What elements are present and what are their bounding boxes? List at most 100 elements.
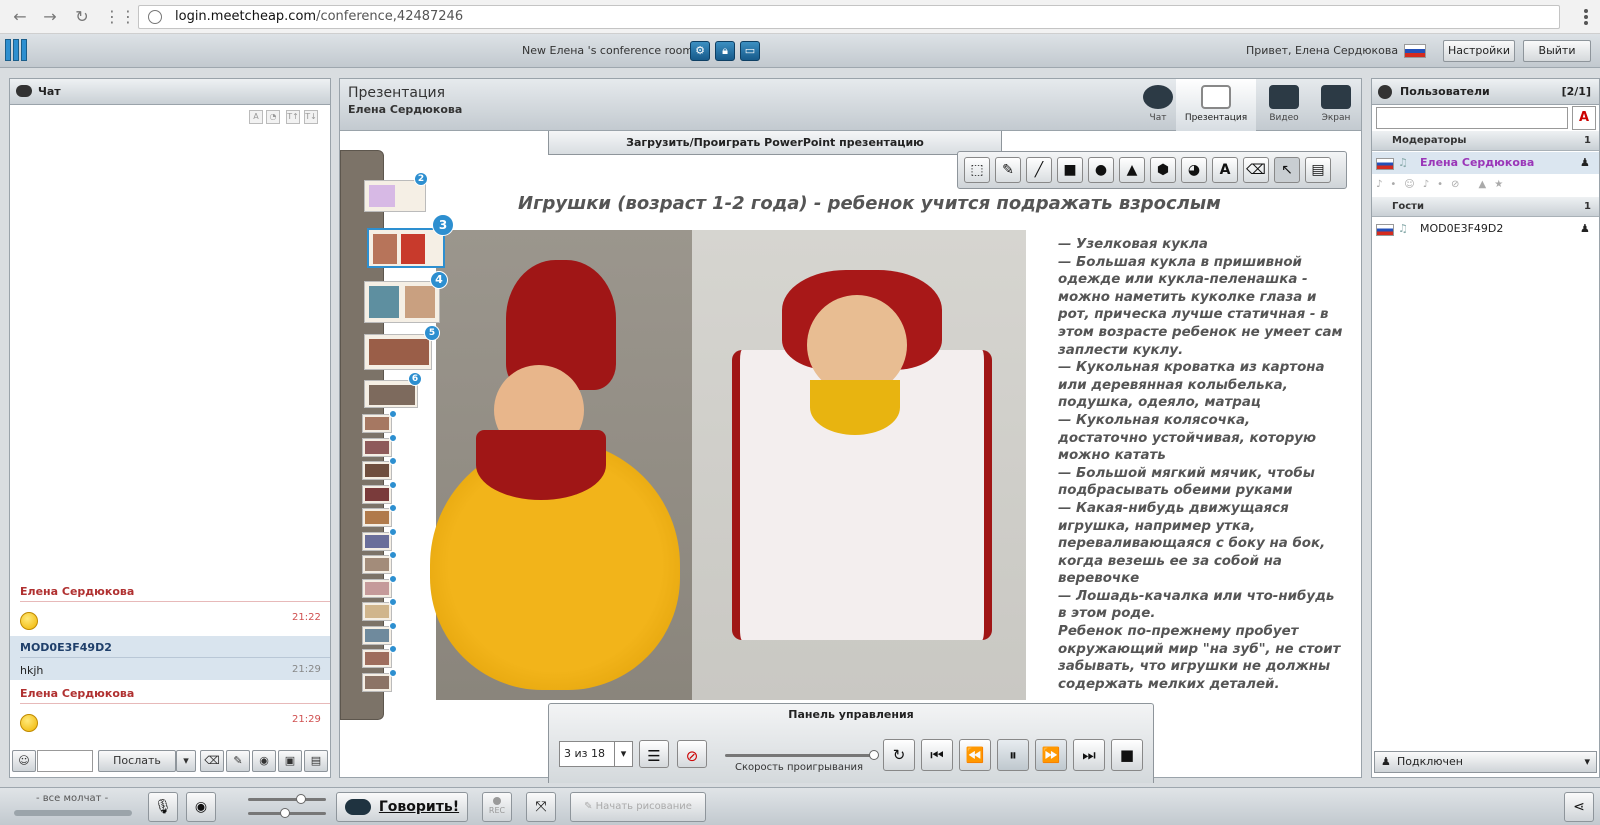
apps-icon[interactable]: ⋮⋮ xyxy=(104,7,136,27)
slide-thumbnail[interactable] xyxy=(362,531,392,551)
eraser-icon[interactable]: ⌫ xyxy=(1243,157,1269,183)
slide-thumbnail[interactable] xyxy=(362,437,392,457)
font-larger-icon[interactable]: T↑ xyxy=(286,110,300,124)
chat-input[interactable] xyxy=(37,750,93,772)
circle-icon[interactable]: ● xyxy=(1088,157,1114,183)
eye-icon[interactable]: ◉ xyxy=(252,750,276,772)
slide-thumbnail-selected[interactable] xyxy=(367,228,445,268)
slide-thumbnail[interactable] xyxy=(362,555,392,574)
pie-icon[interactable]: ◕ xyxy=(1181,157,1207,183)
save-icon[interactable]: ▤ xyxy=(304,750,328,772)
speaker-volume-handle[interactable] xyxy=(280,808,290,818)
mode-video-button[interactable]: Видео xyxy=(1258,79,1310,131)
send-button[interactable]: Послать xyxy=(98,750,176,772)
speed-slider-handle[interactable] xyxy=(869,750,879,760)
triangle-icon[interactable]: ▲ xyxy=(1119,157,1145,183)
pencil-icon[interactable]: ✎ xyxy=(995,157,1021,183)
reload-icon[interactable]: ↻ xyxy=(72,7,92,27)
settings-button[interactable]: Настройки xyxy=(1443,40,1515,62)
stop-broadcast-icon[interactable]: ⊘ xyxy=(677,740,707,768)
globe-icon xyxy=(148,10,162,24)
text-tool-icon[interactable]: A xyxy=(1212,157,1238,183)
rewind-icon[interactable]: ⏪ xyxy=(959,739,991,771)
users-search-input[interactable] xyxy=(1376,107,1568,129)
speaker-icon[interactable]: ◉ xyxy=(186,792,216,822)
fullscreen-icon[interactable]: ⤧ xyxy=(526,792,556,822)
first-slide-icon[interactable]: ⏮ xyxy=(921,739,953,771)
slide-thumbnail[interactable] xyxy=(364,334,432,370)
line-icon[interactable]: ╱ xyxy=(1026,157,1052,183)
pause-icon[interactable]: ⏸ xyxy=(997,739,1029,771)
russian-flag-icon[interactable] xyxy=(1404,44,1426,58)
gear-icon[interactable]: ⚙ xyxy=(690,41,710,61)
page-select[interactable]: 3 из 18 ▾ xyxy=(559,741,633,767)
divider xyxy=(20,657,330,658)
slide-thumbnail[interactable] xyxy=(362,484,392,504)
slide-badge-dot xyxy=(389,457,397,465)
rectangle-icon[interactable]: ■ xyxy=(1057,157,1083,183)
forward-icon[interactable]: → xyxy=(40,7,60,27)
users-panel: Пользователи [2/1] A Модераторы 1 Елена С… xyxy=(1371,78,1600,778)
speed-slider-track[interactable] xyxy=(725,754,875,757)
stop-icon[interactable]: ■ xyxy=(1111,739,1143,771)
send-dropdown-icon[interactable]: ▾ xyxy=(176,750,196,772)
moderators-group[interactable]: Модераторы 1 xyxy=(1372,131,1599,151)
speak-button[interactable]: Говорить! xyxy=(336,792,468,822)
person-icon: ♟ xyxy=(1580,222,1590,235)
slide-badge-dot xyxy=(389,433,397,442)
mic-volume-slider[interactable] xyxy=(248,798,326,801)
font-color-icon[interactable]: A xyxy=(249,110,263,124)
menu-icon[interactable] xyxy=(1584,9,1588,25)
mode-screen-button[interactable]: Экран xyxy=(1310,79,1362,131)
slide-thumbnail[interactable] xyxy=(362,602,392,621)
mode-presentation-button[interactable]: Презентация xyxy=(1176,79,1256,131)
user-actions-row[interactable]: ♪•☺♪•⊘ ▲★ xyxy=(1376,179,1596,195)
smile-icon xyxy=(20,714,38,732)
divider xyxy=(20,703,330,704)
hexagon-icon[interactable]: ⬢ xyxy=(1150,157,1176,183)
presentation-header: Презентация Елена Сердюкова Чат Презента… xyxy=(340,79,1361,131)
emoticon-picker-icon[interactable]: ☺ xyxy=(12,750,36,772)
lock-icon[interactable]: ▣ xyxy=(278,750,302,772)
font-smaller-icon[interactable]: T↓ xyxy=(304,110,318,124)
users-title: Пользователи xyxy=(1400,85,1490,98)
chat-bubble-icon xyxy=(16,85,32,97)
slide-thumbnail[interactable] xyxy=(362,508,392,527)
lock-icon[interactable]: 🔒︎ xyxy=(715,41,735,61)
slide-badge-dot xyxy=(389,551,397,559)
fast-forward-icon[interactable]: ⏩ xyxy=(1035,739,1067,771)
emoticon-format-icon[interactable]: ◔ xyxy=(266,110,280,124)
slide-thumbnail[interactable] xyxy=(362,625,392,645)
save-icon[interactable]: ▤ xyxy=(1305,157,1331,183)
select-area-icon[interactable]: ⬚ xyxy=(964,157,990,183)
last-slide-icon[interactable]: ⏭ xyxy=(1073,739,1105,771)
mic-volume-handle[interactable] xyxy=(296,794,306,804)
eraser-icon[interactable]: ⌫ xyxy=(200,750,224,772)
presentation-mode-icon xyxy=(1201,85,1231,109)
microphone-icon[interactable]: 🎙︎ xyxy=(148,792,178,822)
slide-number-badge: 3 xyxy=(432,214,454,236)
record-button[interactable]: REC xyxy=(482,792,512,822)
guests-group[interactable]: Гости 1 xyxy=(1372,197,1599,217)
share-icon[interactable]: ⋖ xyxy=(1564,792,1594,822)
person-icon: ♟ xyxy=(1580,156,1590,169)
address-bar[interactable]: login.meetcheap.com/conference,42487246 xyxy=(138,5,1560,29)
slide-thumbnail[interactable] xyxy=(362,649,392,668)
slide-thumbnail[interactable] xyxy=(362,461,392,480)
slide-thumbnail[interactable] xyxy=(362,414,392,433)
refresh-icon[interactable]: ↻ xyxy=(883,739,915,771)
logout-button[interactable]: Выйти xyxy=(1523,40,1591,62)
sort-az-icon[interactable]: A xyxy=(1572,106,1596,130)
pencil-icon[interactable]: ✎ xyxy=(226,750,250,772)
slide-thumbnail[interactable] xyxy=(364,281,440,323)
back-icon[interactable]: ← xyxy=(10,7,30,27)
slides-list-icon[interactable]: ☰ xyxy=(639,740,669,768)
upload-powerpoint-button[interactable]: Загрузить/Проиграть PowerPoint презентац… xyxy=(548,131,1002,155)
window-icon[interactable]: ▭ xyxy=(740,41,760,61)
start-drawing-button[interactable]: ✎ Начать рисование xyxy=(570,792,706,822)
users-header: Пользователи [2/1] xyxy=(1372,79,1599,105)
status-select[interactable]: ♟ Подключен ▾ xyxy=(1374,751,1597,773)
slide-thumbnail[interactable] xyxy=(362,672,392,692)
slide-thumbnail[interactable] xyxy=(362,578,392,598)
pointer-icon[interactable]: ↖ xyxy=(1274,157,1300,183)
